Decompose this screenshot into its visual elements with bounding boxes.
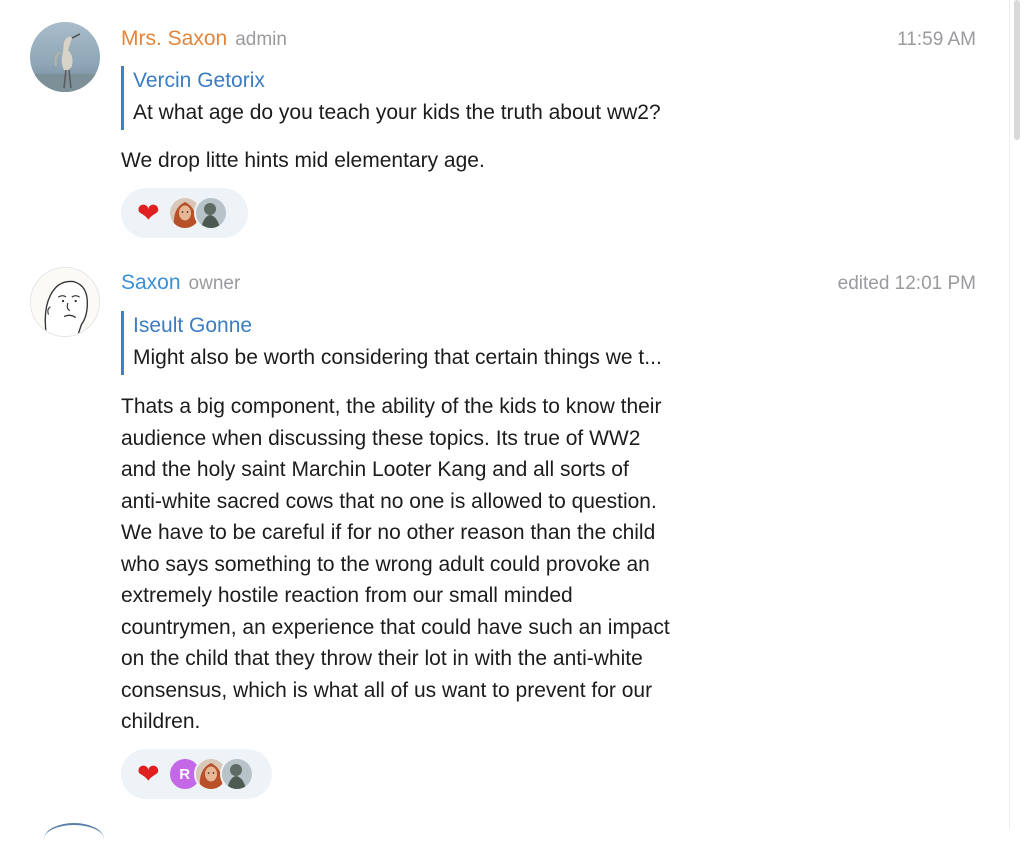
message-line: audience when discussing these topics. I… [121, 426, 641, 450]
wojak-face-icon [31, 268, 99, 336]
reply-author: Vercin Getorix [133, 69, 265, 92]
statue-avatar [193, 196, 228, 230]
chat-message-list[interactable]: Mrs. Saxon admin 11:59 AM Vercin Getorix … [0, 0, 1010, 829]
message-line: countrymen, an experience that could hav… [121, 615, 670, 639]
next-message-avatar[interactable] [44, 823, 104, 855]
scrollbar[interactable] [1009, 0, 1024, 829]
red-heart-icon: ❤ [137, 197, 160, 228]
sender-role-badge: owner [188, 273, 241, 294]
reply-snippet: At what age do you teach your kids the t… [133, 101, 661, 124]
message-header: Saxon owner edited 12:01 PM [121, 271, 976, 297]
sender-avatar-mrs-saxon[interactable] [30, 22, 100, 92]
message-line: extremely hostile reaction from our smal… [121, 584, 573, 607]
message-line: who says something to the wrong adult co… [121, 552, 650, 576]
message-line: and the holy saint Marchin Looter Kang a… [121, 458, 629, 481]
message-line: anti-white sacred cows that no one is al… [121, 489, 657, 513]
sender-name[interactable]: Mrs. Saxon [121, 27, 227, 50]
reply-author: Iseult Gonne [133, 314, 253, 337]
heron-photo-icon [30, 22, 100, 92]
message-line: consensus, which is what all of us want … [121, 678, 653, 702]
message-text: We drop litte hints mid elementary age. [121, 149, 485, 172]
message-line: children. [121, 710, 201, 733]
statue-avatar [219, 757, 254, 791]
message-line: on the child that they throw their lot i… [121, 647, 643, 670]
message-header: Mrs. Saxon admin 11:59 AM [121, 27, 976, 53]
sender-role-badge: admin [235, 29, 287, 50]
message-line: Thats a big component, the ability of th… [121, 395, 662, 418]
scrollbar-thumb[interactable] [1014, 0, 1020, 140]
reply-quote[interactable]: Iseult Gonne Might also be worth conside… [121, 311, 662, 375]
sender-avatar-saxon[interactable] [30, 267, 100, 337]
reaction-pill[interactable]: ❤ [121, 188, 248, 238]
reply-quote[interactable]: Vercin Getorix At what age do you teach … [121, 66, 661, 130]
message-line: We have to be careful if for no other re… [121, 521, 656, 544]
sender-name[interactable]: Saxon [121, 271, 181, 294]
message-timestamp: 11:59 AM [897, 29, 976, 50]
reaction-pill[interactable]: ❤ R [121, 749, 272, 799]
message-text: Thats a big component, the ability of th… [121, 391, 841, 738]
reply-snippet: Might also be worth considering that cer… [133, 346, 662, 369]
red-heart-icon: ❤ [137, 758, 160, 789]
message-timestamp: edited 12:01 PM [837, 273, 976, 294]
